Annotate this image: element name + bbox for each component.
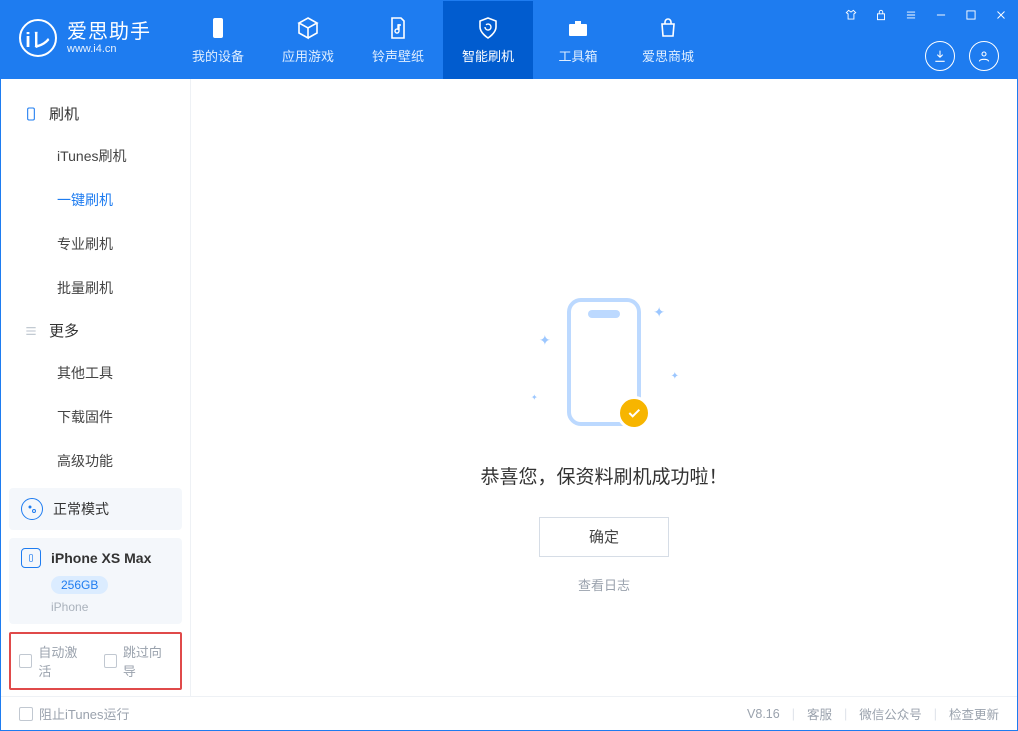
sidebar-item-itunes-flash[interactable]: iTunes刷机	[1, 134, 190, 178]
toolbox-icon	[566, 16, 590, 40]
support-link[interactable]: 客服	[807, 704, 832, 723]
device-card[interactable]: iPhone XS Max 256GB iPhone	[9, 538, 182, 624]
sidebar-item-other-tools[interactable]: 其他工具	[1, 351, 190, 395]
view-log-link[interactable]: 查看日志	[578, 575, 630, 594]
checkbox-block-itunes[interactable]: 阻止iTunes运行	[19, 704, 130, 723]
sidebar-item-download-firmware[interactable]: 下载固件	[1, 395, 190, 439]
nav-ringtones-wallpapers[interactable]: 铃声壁纸	[353, 1, 443, 79]
window-controls	[843, 7, 1009, 23]
nav-apps-games[interactable]: 应用游戏	[263, 1, 353, 79]
app-name: 爱思助手	[67, 21, 151, 43]
main-content: ✦✦✦✦ 恭喜您，保资料刷机成功啦！ 确定 查看日志	[191, 79, 1017, 696]
wechat-link[interactable]: 微信公众号	[859, 704, 922, 723]
header-circle-buttons	[925, 41, 999, 71]
phone-outline-icon	[23, 106, 39, 122]
sidebar: 刷机 iTunes刷机 一键刷机 专业刷机 批量刷机 更多 其他工具 下载固件 …	[1, 79, 191, 696]
nav-toolbox[interactable]: 工具箱	[533, 1, 623, 79]
nav-store[interactable]: 爱思商城	[623, 1, 713, 79]
checkbox-auto-activate[interactable]: 自动激活	[19, 642, 88, 680]
phone-icon	[206, 16, 230, 40]
success-illustration: ✦✦✦✦	[529, 292, 679, 432]
device-mode-card[interactable]: 正常模式	[9, 488, 182, 530]
mode-icon	[21, 498, 43, 520]
list-icon	[23, 323, 39, 339]
flash-options-highlighted: 自动激活 跳过向导	[9, 632, 182, 690]
logo-icon: iレ	[19, 19, 57, 57]
shirt-icon[interactable]	[843, 7, 859, 23]
status-bar: 阻止iTunes运行 V8.16 | 客服 | 微信公众号 | 检查更新	[1, 696, 1017, 730]
app-logo: iレ 爱思助手 www.i4.cn	[1, 1, 163, 57]
shield-refresh-icon	[476, 16, 500, 40]
sidebar-section-flash: 刷机	[1, 93, 190, 134]
sidebar-item-one-click-flash[interactable]: 一键刷机	[1, 178, 190, 222]
version-label: V8.16	[747, 707, 780, 721]
ok-button[interactable]: 确定	[539, 517, 669, 557]
maximize-icon[interactable]	[963, 7, 979, 23]
success-message: 恭喜您，保资料刷机成功啦！	[480, 462, 727, 489]
device-type: iPhone	[51, 600, 170, 614]
check-update-link[interactable]: 检查更新	[949, 704, 999, 723]
main-nav: 我的设备 应用游戏 铃声壁纸 智能刷机 工具箱 爱思商城	[173, 1, 713, 79]
check-badge-icon	[617, 396, 651, 430]
download-button[interactable]	[925, 41, 955, 71]
lock-icon[interactable]	[873, 7, 889, 23]
device-name: iPhone XS Max	[51, 550, 151, 566]
menu-icon[interactable]	[903, 7, 919, 23]
mode-label: 正常模式	[53, 499, 109, 519]
app-header: iレ 爱思助手 www.i4.cn 我的设备 应用游戏 铃声壁纸 智能刷机 工具…	[1, 1, 1017, 79]
checkbox-skip-guide[interactable]: 跳过向导	[104, 642, 173, 680]
bag-icon	[656, 16, 680, 40]
nav-my-device[interactable]: 我的设备	[173, 1, 263, 79]
nav-smart-flash[interactable]: 智能刷机	[443, 1, 533, 79]
close-icon[interactable]	[993, 7, 1009, 23]
sidebar-item-batch-flash[interactable]: 批量刷机	[1, 266, 190, 310]
device-storage-badge: 256GB	[51, 576, 108, 594]
cube-icon	[296, 16, 320, 40]
device-icon	[21, 548, 41, 568]
app-url: www.i4.cn	[67, 43, 151, 55]
sidebar-section-more: 更多	[1, 310, 190, 351]
minimize-icon[interactable]	[933, 7, 949, 23]
music-file-icon	[386, 16, 410, 40]
account-button[interactable]	[969, 41, 999, 71]
sidebar-item-advanced[interactable]: 高级功能	[1, 439, 190, 483]
sidebar-item-pro-flash[interactable]: 专业刷机	[1, 222, 190, 266]
